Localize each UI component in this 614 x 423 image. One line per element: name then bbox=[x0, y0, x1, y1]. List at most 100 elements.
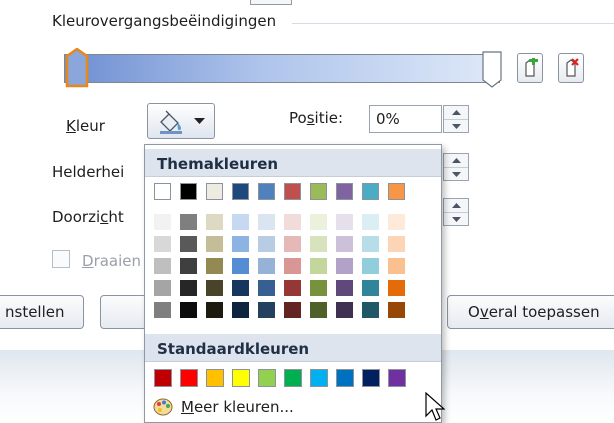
standard-color-swatch[interactable] bbox=[336, 369, 354, 387]
theme-tint-swatch[interactable] bbox=[362, 280, 379, 296]
gradient-stop-end[interactable] bbox=[481, 48, 503, 88]
theme-tint-swatch[interactable] bbox=[388, 214, 405, 230]
theme-tint-swatch[interactable] bbox=[336, 258, 353, 274]
theme-tint-swatch[interactable] bbox=[310, 236, 327, 252]
palette-icon bbox=[153, 398, 173, 416]
standard-color-swatch[interactable] bbox=[284, 369, 302, 387]
reset-button[interactable]: nstellen bbox=[0, 295, 84, 329]
theme-tint-swatch[interactable] bbox=[284, 302, 301, 318]
theme-tint-swatch[interactable] bbox=[388, 302, 405, 318]
position-spinner[interactable] bbox=[443, 105, 469, 133]
theme-tint-swatch[interactable] bbox=[388, 236, 405, 252]
transparency-spinner[interactable] bbox=[443, 198, 469, 226]
theme-tint-swatch[interactable] bbox=[388, 258, 405, 274]
theme-tint-swatch[interactable] bbox=[180, 302, 197, 318]
theme-tint-swatch[interactable] bbox=[310, 214, 327, 230]
standard-color-swatch[interactable] bbox=[258, 369, 276, 387]
spin-down-icon[interactable] bbox=[444, 167, 468, 181]
theme-colors-header: Themakleuren bbox=[145, 149, 441, 177]
spin-up-icon[interactable] bbox=[444, 199, 468, 212]
color-dropdown: Themakleuren Standaardkleuren Meer kleur… bbox=[144, 144, 442, 423]
theme-tint-swatch[interactable] bbox=[232, 236, 249, 252]
paint-bucket-icon bbox=[160, 110, 182, 134]
theme-color-swatch[interactable] bbox=[154, 183, 171, 200]
add-stop-icon bbox=[525, 58, 538, 77]
theme-color-swatch[interactable] bbox=[232, 183, 249, 200]
theme-tint-swatch[interactable] bbox=[284, 280, 301, 296]
standard-color-swatch[interactable] bbox=[310, 369, 328, 387]
theme-tint-swatch[interactable] bbox=[284, 258, 301, 274]
theme-color-swatch[interactable] bbox=[258, 183, 275, 200]
standard-colors-header: Standaardkleuren bbox=[145, 334, 441, 362]
theme-tint-swatch[interactable] bbox=[154, 280, 171, 296]
theme-tint-swatch[interactable] bbox=[258, 280, 275, 296]
theme-color-swatch[interactable] bbox=[310, 183, 327, 200]
add-stop-button[interactable] bbox=[517, 53, 543, 83]
theme-tint-swatch[interactable] bbox=[180, 236, 197, 252]
standard-color-swatch[interactable] bbox=[362, 369, 380, 387]
theme-tint-swatch[interactable] bbox=[180, 214, 197, 230]
color-picker-button[interactable] bbox=[147, 103, 215, 139]
theme-tint-swatch[interactable] bbox=[206, 258, 223, 274]
theme-tint-swatch[interactable] bbox=[336, 214, 353, 230]
remove-stop-button[interactable] bbox=[558, 53, 584, 83]
more-colors-item[interactable]: Meer kleuren... bbox=[153, 398, 294, 416]
theme-tint-swatch[interactable] bbox=[336, 236, 353, 252]
standard-color-swatch[interactable] bbox=[154, 369, 172, 387]
gradient-bar[interactable] bbox=[64, 54, 500, 83]
theme-tint-swatch[interactable] bbox=[180, 258, 197, 274]
theme-tint-swatch[interactable] bbox=[206, 302, 223, 318]
gradient-stop-selected[interactable] bbox=[64, 48, 90, 88]
theme-tint-swatch[interactable] bbox=[154, 302, 171, 318]
theme-color-swatch[interactable] bbox=[388, 183, 405, 200]
theme-tint-swatch[interactable] bbox=[232, 258, 249, 274]
theme-tint-swatch[interactable] bbox=[232, 214, 249, 230]
theme-tint-swatch[interactable] bbox=[232, 280, 249, 296]
color-label: Kleur bbox=[66, 117, 105, 135]
theme-color-swatch[interactable] bbox=[336, 183, 353, 200]
theme-tint-swatch[interactable] bbox=[310, 302, 327, 318]
theme-tint-swatch[interactable] bbox=[284, 214, 301, 230]
transparency-label: Doorzicht bbox=[52, 208, 124, 226]
theme-tint-swatch[interactable] bbox=[284, 236, 301, 252]
theme-tint-swatch[interactable] bbox=[362, 214, 379, 230]
remove-stop-icon bbox=[566, 58, 579, 77]
theme-tint-swatch[interactable] bbox=[154, 214, 171, 230]
spin-down-icon[interactable] bbox=[444, 212, 468, 226]
position-input[interactable]: 0% bbox=[369, 105, 442, 133]
theme-tint-swatch[interactable] bbox=[362, 236, 379, 252]
theme-tint-swatch[interactable] bbox=[206, 236, 223, 252]
theme-tint-swatch[interactable] bbox=[258, 214, 275, 230]
rotate-checkbox[interactable] bbox=[52, 250, 70, 268]
standard-color-swatch[interactable] bbox=[388, 369, 406, 387]
theme-tint-swatch[interactable] bbox=[258, 258, 275, 274]
spin-up-icon[interactable] bbox=[444, 154, 468, 167]
theme-tint-swatch[interactable] bbox=[336, 280, 353, 296]
theme-color-swatch[interactable] bbox=[362, 183, 379, 200]
section-title: Kleurovergangsbeëindigingen bbox=[52, 12, 277, 30]
standard-color-swatch[interactable] bbox=[232, 369, 250, 387]
theme-tint-swatch[interactable] bbox=[362, 258, 379, 274]
theme-tint-swatch[interactable] bbox=[232, 302, 249, 318]
theme-tint-swatch[interactable] bbox=[362, 302, 379, 318]
theme-tint-swatch[interactable] bbox=[206, 214, 223, 230]
theme-tint-swatch[interactable] bbox=[310, 258, 327, 274]
theme-tint-swatch[interactable] bbox=[258, 236, 275, 252]
theme-tint-swatch[interactable] bbox=[154, 258, 171, 274]
theme-tint-swatch[interactable] bbox=[180, 280, 197, 296]
theme-color-swatch[interactable] bbox=[206, 183, 223, 200]
apply-all-button[interactable]: Ov eral toepassen bbox=[447, 295, 614, 329]
standard-color-swatch[interactable] bbox=[206, 369, 224, 387]
theme-tint-swatch[interactable] bbox=[258, 302, 275, 318]
theme-tint-swatch[interactable] bbox=[206, 280, 223, 296]
theme-color-swatch[interactable] bbox=[284, 183, 301, 200]
standard-color-swatch[interactable] bbox=[180, 369, 198, 387]
theme-tint-swatch[interactable] bbox=[154, 236, 171, 252]
theme-tint-swatch[interactable] bbox=[336, 302, 353, 318]
spin-down-icon[interactable] bbox=[444, 119, 468, 133]
spin-up-icon[interactable] bbox=[444, 106, 468, 119]
brightness-spinner[interactable] bbox=[443, 153, 469, 181]
theme-color-swatch[interactable] bbox=[180, 183, 197, 200]
theme-tint-swatch[interactable] bbox=[388, 280, 405, 296]
theme-tint-swatch[interactable] bbox=[310, 280, 327, 296]
